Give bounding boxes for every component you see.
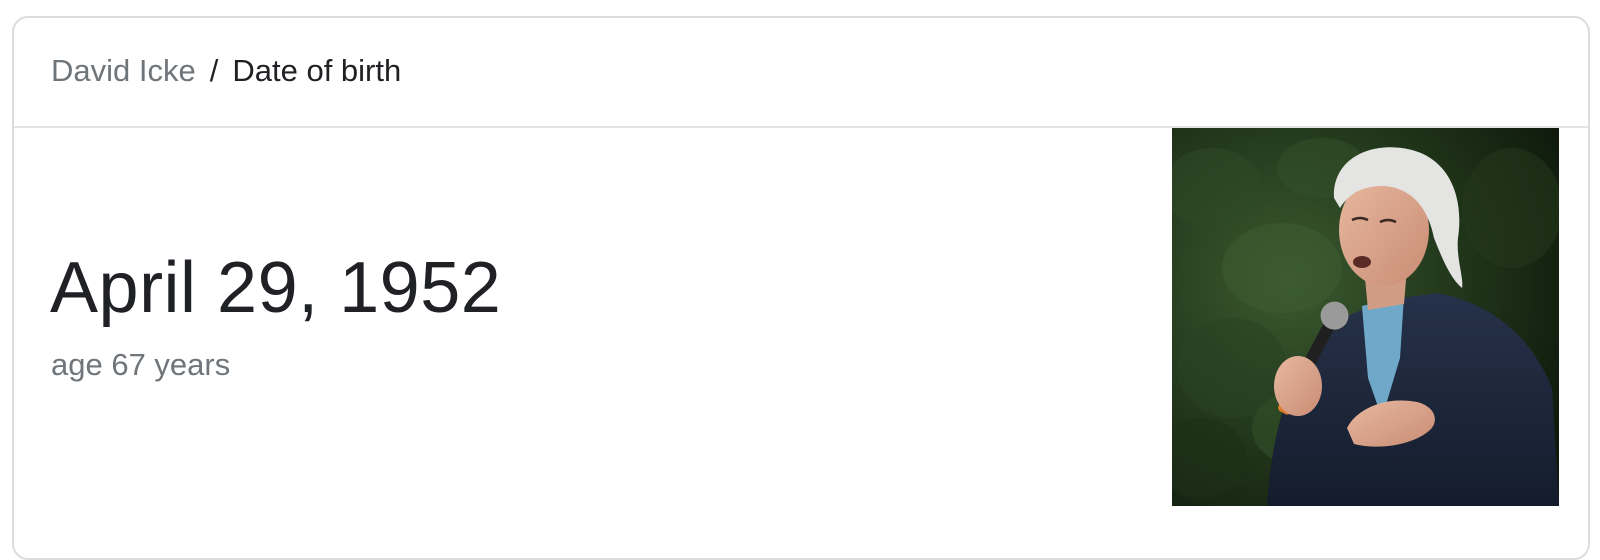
person-photo[interactable] xyxy=(1172,128,1559,506)
person-photo-image xyxy=(1172,128,1559,506)
breadcrumb-parent-link[interactable]: David Icke xyxy=(51,53,196,88)
breadcrumb-separator: / xyxy=(209,53,219,88)
card-header: David Icke / Date of birth xyxy=(14,18,1588,128)
knowledge-card: David Icke / Date of birth April 29, 1952 … xyxy=(12,16,1590,560)
breadcrumb-current: Date of birth xyxy=(232,53,402,88)
answer-detail: age 67 years xyxy=(51,347,231,382)
breadcrumb: David Icke / Date of birth xyxy=(51,52,401,90)
answer-value: April 29, 1952 xyxy=(50,248,502,328)
